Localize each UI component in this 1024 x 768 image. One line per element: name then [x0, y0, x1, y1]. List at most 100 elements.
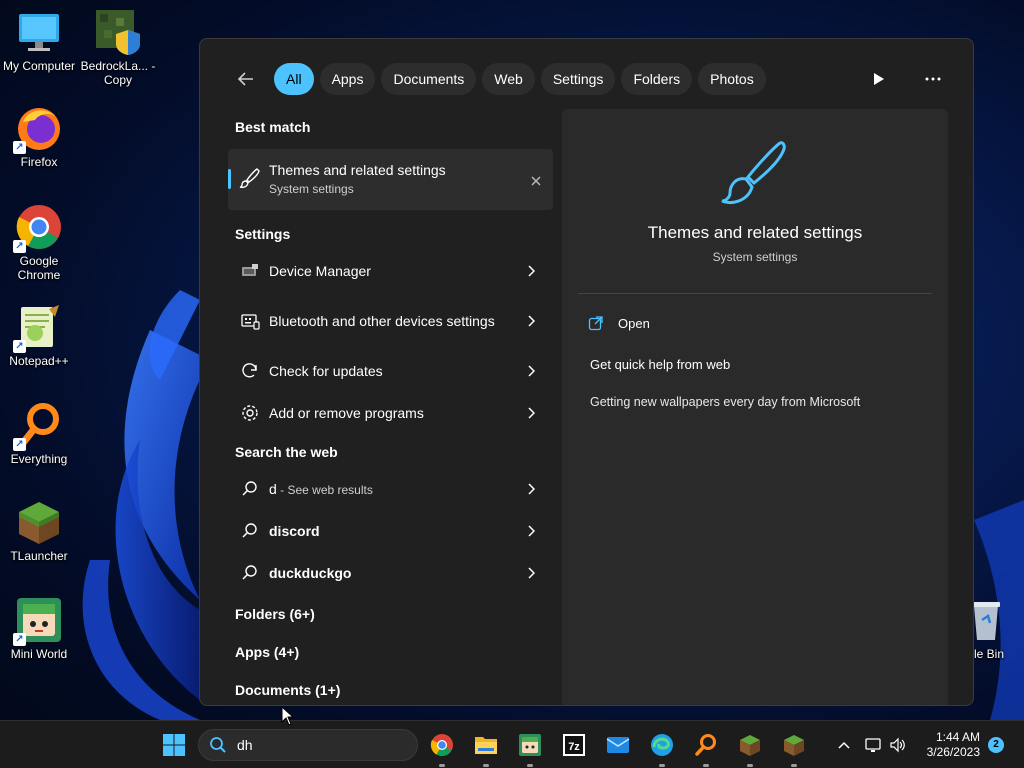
system-tray-status[interactable] [862, 729, 910, 761]
web-help-link[interactable]: Getting new wallpapers every day from Mi… [590, 395, 860, 409]
search-input[interactable] [237, 737, 407, 753]
taskbar-everything[interactable] [690, 729, 722, 767]
taskbar-edge[interactable] [646, 729, 678, 767]
more-options-button[interactable] [915, 63, 951, 95]
preview-pane: Themes and related settings System setti… [562, 109, 948, 705]
settings-item-device-manager[interactable]: Device Manager [228, 250, 553, 292]
web-results: d - See web results discord duckduckgo [228, 468, 553, 594]
play-icon [874, 73, 884, 85]
settings-item-check-updates[interactable]: Check for updates [228, 350, 553, 392]
mail-icon [606, 737, 630, 753]
edge-icon [651, 734, 673, 756]
web-item-sub: - See web results [276, 482, 373, 497]
refresh-icon [228, 361, 268, 381]
web-item-label: discord [269, 523, 320, 539]
settings-item-label: Bluetooth and other devices settings [269, 313, 495, 329]
desktop-icon-my-computer[interactable]: My Computer [1, 8, 77, 73]
gear-icon [228, 403, 268, 423]
desktop-icon-firefox[interactable]: ↗ Firefox [1, 104, 77, 169]
web-item-label: d [269, 480, 277, 497]
divider [578, 293, 932, 294]
apps-heading[interactable]: Apps (4+) [228, 644, 553, 660]
filter-all[interactable]: All [274, 63, 314, 95]
back-arrow-icon [237, 72, 253, 86]
taskbar-minecraft-2[interactable] [778, 729, 810, 767]
play-button[interactable] [861, 63, 897, 95]
desktop-icon-label: BedrockLa... - Copy [80, 59, 156, 87]
documents-heading[interactable]: Documents (1+) [228, 682, 553, 698]
filter-apps[interactable]: Apps [319, 63, 376, 95]
taskbar-chrome[interactable] [426, 729, 458, 767]
settings-item-label: Check for updates [269, 363, 383, 379]
taskbar-minecraft-1[interactable] [734, 729, 766, 767]
open-label: Open [618, 315, 650, 331]
folders-heading[interactable]: Folders (6+) [228, 606, 553, 622]
grass-block-icon [15, 498, 63, 546]
monitor-icon [15, 8, 63, 56]
desktop-icon-bedrock[interactable]: BedrockLa... - Copy [80, 8, 156, 87]
settings-item-label: Device Manager [269, 263, 371, 279]
magnifier-icon [695, 734, 716, 756]
quick-help-heading: Get quick help from web [590, 357, 731, 372]
running-indicator [527, 764, 533, 767]
clock[interactable]: 1:44 AM 3/26/2023 [927, 730, 980, 760]
web-heading: Search the web [235, 444, 338, 460]
folder-icon [475, 737, 497, 754]
desktop-icon-tlauncher[interactable]: TLauncher [1, 498, 77, 563]
start-button[interactable] [158, 729, 190, 761]
chrome-icon [430, 734, 453, 756]
filter-photos[interactable]: Photos [698, 63, 766, 95]
desktop-icon-everything[interactable]: ↗ Everything [1, 401, 77, 466]
taskbar-mail[interactable] [602, 729, 634, 761]
network-icon [865, 738, 881, 752]
web-item-discord[interactable]: discord [228, 510, 553, 552]
best-match-subtitle: System settings [269, 182, 354, 196]
search-icon [228, 564, 268, 582]
filter-documents[interactable]: Documents [381, 63, 477, 95]
desktop-icon-label: Firefox [20, 155, 58, 169]
settings-item-add-remove[interactable]: Add or remove programs [228, 392, 553, 434]
filter-web[interactable]: Web [482, 63, 535, 95]
settings-item-bluetooth[interactable]: Bluetooth and other devices settings [228, 292, 553, 350]
taskbar-mini-world[interactable] [514, 729, 546, 767]
desktop-icon-chrome[interactable]: ↗ Google Chrome [1, 203, 77, 282]
firefox-icon: ↗ [13, 104, 63, 154]
search-icon [228, 522, 268, 540]
dismiss-button[interactable] [531, 173, 541, 191]
chrome-icon: ↗ [13, 203, 63, 253]
mini-world-icon [519, 734, 541, 756]
taskbar-7zip[interactable]: 7z [558, 729, 590, 761]
notepadpp-icon: ↗ [13, 303, 63, 353]
best-match-heading: Best match [235, 119, 311, 135]
taskbar-search[interactable] [198, 729, 418, 761]
clock-date: 3/26/2023 [926, 745, 980, 759]
chevron-right-icon [519, 483, 543, 495]
magnifier-icon: ↗ [13, 401, 63, 451]
grass-block-icon [784, 735, 804, 756]
search-icon [210, 737, 226, 753]
chevron-right-icon [519, 525, 543, 537]
shortcut-arrow-icon: ↗ [13, 438, 26, 451]
chevron-up-icon [838, 741, 850, 749]
best-match-item[interactable]: Themes and related settings System setti… [228, 149, 553, 210]
taskbar: 7z 1:44 AM 3/26/2023 2 [0, 720, 1024, 768]
results-list: Best match Themes and related settings S… [228, 119, 553, 705]
show-hidden-icons-button[interactable] [830, 729, 858, 761]
running-indicator [483, 764, 489, 767]
filter-settings[interactable]: Settings [540, 63, 616, 95]
web-item-d[interactable]: d - See web results [228, 468, 553, 510]
back-button[interactable] [230, 63, 262, 95]
open-action[interactable]: Open [588, 315, 650, 331]
mouse-cursor-icon [281, 705, 295, 731]
mini-world-icon: ↗ [13, 596, 63, 646]
web-item-duckduckgo[interactable]: duckduckgo [228, 552, 553, 594]
filter-folders[interactable]: Folders [621, 63, 693, 95]
desktop-icon-mini-world[interactable]: ↗ Mini World [1, 596, 77, 661]
notification-badge[interactable]: 2 [988, 737, 1004, 753]
desktop-icon-notepadpp[interactable]: ↗ Notepad++ [1, 303, 77, 368]
chevron-right-icon [519, 567, 543, 579]
taskbar-file-explorer[interactable] [470, 729, 502, 767]
desktop-icon-label: TLauncher [10, 549, 68, 563]
brush-icon [238, 167, 260, 194]
open-external-icon [588, 316, 603, 331]
